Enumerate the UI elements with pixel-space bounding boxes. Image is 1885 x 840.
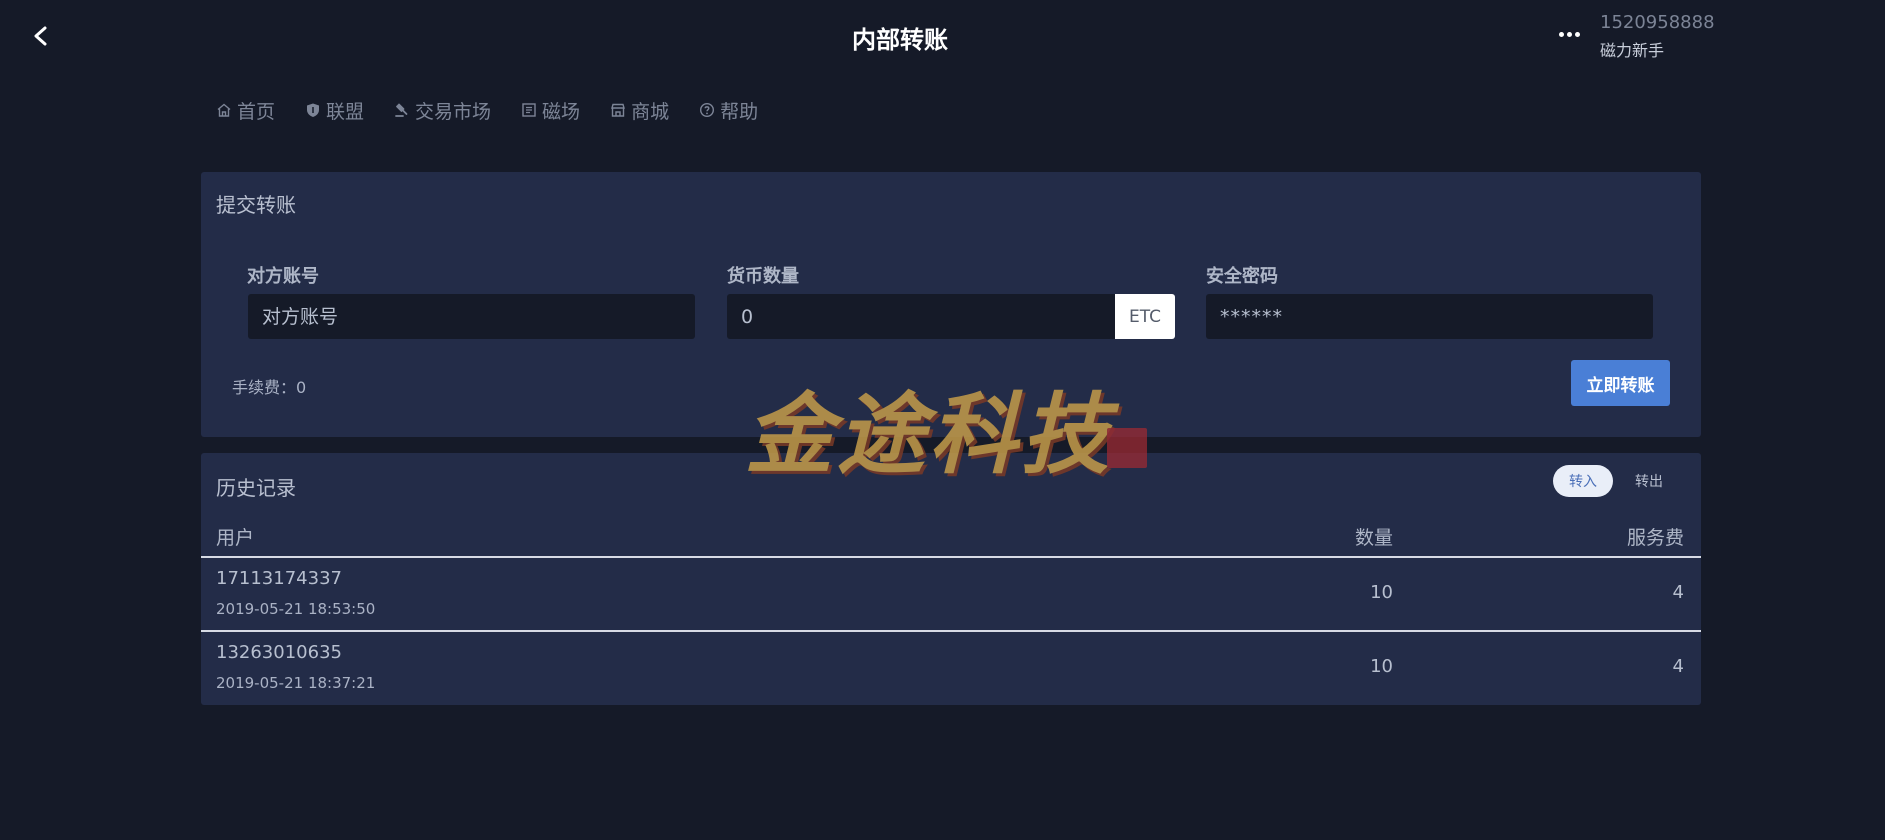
user-level: 磁力新手 xyxy=(1600,41,1665,60)
help-icon xyxy=(700,102,715,118)
nav-label: 联盟 xyxy=(326,100,365,123)
tab-incoming[interactable]: 转入 xyxy=(1553,465,1613,497)
nav-label: 磁场 xyxy=(542,100,581,123)
table-row[interactable]: 13263010635 2019-05-21 18:37:21 10 4 xyxy=(201,632,1701,704)
row-quantity: 10 xyxy=(1370,656,1393,677)
home-icon xyxy=(217,103,231,117)
column-header-quantity: 数量 xyxy=(1354,527,1393,549)
amount-input[interactable] xyxy=(727,294,1115,339)
row-fee: 4 xyxy=(1672,582,1684,603)
app-header: 内部转账 1520958888 磁力新手 xyxy=(0,0,1885,72)
nav-item-help[interactable]: 帮助 xyxy=(699,96,758,124)
nav-item-field[interactable]: 磁场 xyxy=(521,96,580,124)
transfer-card: 提交转账 对方账号 货币数量 ETC 安全密码 手续费：0 立即转账 xyxy=(201,172,1701,437)
tab-outgoing[interactable]: 转出 xyxy=(1619,465,1679,497)
nav-item-alliance[interactable]: 联盟 xyxy=(305,96,364,124)
password-label: 安全密码 xyxy=(1206,266,1278,287)
store-icon xyxy=(611,103,625,117)
row-time: 2019-05-21 18:53:50 xyxy=(216,600,376,618)
row-user: 13263010635 xyxy=(216,642,342,663)
submit-transfer-button[interactable]: 立即转账 xyxy=(1571,360,1670,406)
amount-label: 货币数量 xyxy=(727,266,799,287)
nav-label: 商城 xyxy=(631,100,670,123)
nav-item-home[interactable]: 首页 xyxy=(216,96,275,124)
nav-item-market[interactable]: 交易市场 xyxy=(394,96,491,124)
history-card-title: 历史记录 xyxy=(216,476,296,500)
row-time: 2019-05-21 18:37:21 xyxy=(216,674,376,692)
ellipsis-icon xyxy=(1558,31,1564,37)
field-icon xyxy=(522,103,536,117)
nav-label: 交易市场 xyxy=(415,100,492,123)
currency-suffix: ETC xyxy=(1115,294,1175,339)
account-label: 对方账号 xyxy=(247,266,319,287)
account-input[interactable] xyxy=(248,294,695,339)
row-user: 17113174337 xyxy=(216,568,342,589)
nav-item-store[interactable]: 商城 xyxy=(610,96,669,124)
shield-icon xyxy=(307,103,320,117)
row-fee: 4 xyxy=(1672,656,1684,677)
nav-label: 帮助 xyxy=(720,100,759,123)
fee-text: 手续费：0 xyxy=(232,378,307,397)
user-phone: 1520958888 xyxy=(1600,12,1715,33)
main-nav: 首页 联盟 交易市场 磁场 商城 帮助 xyxy=(216,96,758,124)
more-button[interactable] xyxy=(1555,26,1583,42)
row-quantity: 10 xyxy=(1370,582,1393,603)
nav-label: 首页 xyxy=(237,100,276,123)
password-input[interactable] xyxy=(1206,294,1653,339)
column-header-user: 用户 xyxy=(216,527,255,549)
history-card: 历史记录 转入 转出 用户 数量 服务费 17113174337 2019-05… xyxy=(201,453,1701,705)
page-title: 内部转账 xyxy=(852,26,948,54)
table-row[interactable]: 17113174337 2019-05-21 18:53:50 10 4 xyxy=(201,558,1701,630)
column-header-fee: 服务费 xyxy=(1626,527,1684,549)
history-tabs: 转入 转出 xyxy=(1553,465,1679,497)
transfer-card-title: 提交转账 xyxy=(216,193,296,217)
auction-icon xyxy=(395,103,408,117)
